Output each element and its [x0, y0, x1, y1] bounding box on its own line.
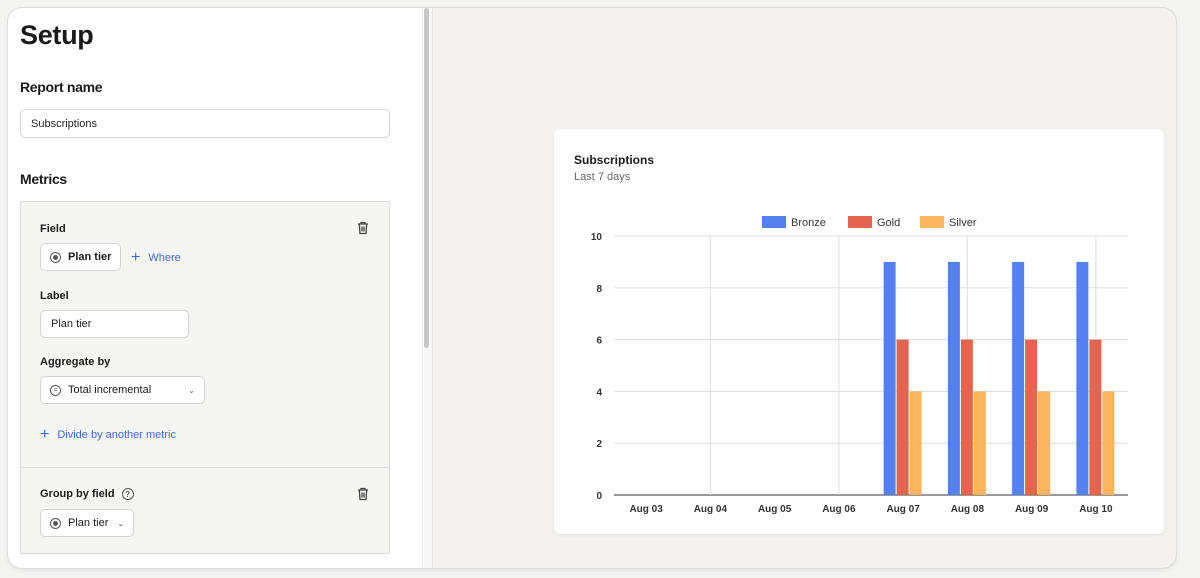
legend-label-bronze: Bronze — [791, 217, 826, 229]
y-tick-label: 2 — [596, 439, 602, 450]
bar-gold — [1089, 339, 1102, 495]
legend-label-silver: Silver — [949, 217, 977, 229]
group-by-label: Group by field? — [40, 488, 134, 501]
metric-card: Field Plan tier + Where Label Plan tier … — [20, 201, 390, 554]
report-name-heading: Report name — [20, 79, 103, 95]
chart-card: Subscriptions Last 7 days 0 2 4 6 8 10 Aug 03 A… — [554, 129, 1164, 534]
bar-gold — [1025, 339, 1038, 495]
field-label: Field — [40, 223, 66, 235]
field-select-chip[interactable]: Plan tier — [40, 243, 122, 271]
card-divider — [21, 467, 389, 468]
report-name-input[interactable]: Subscriptions — [20, 109, 390, 138]
bar-gold — [896, 339, 909, 495]
bar-silver — [1038, 391, 1051, 495]
x-tick-label: Aug 04 — [694, 504, 728, 515]
x-tick-label: Aug 06 — [822, 504, 856, 515]
group-by-select[interactable]: Plan tier ⌄ — [40, 509, 135, 537]
divide-by-metric-link[interactable]: + Divide by another metric — [40, 427, 176, 443]
bar-bronze — [883, 261, 896, 495]
y-tick-label: 8 — [596, 284, 602, 295]
help-icon[interactable]: ? — [121, 488, 134, 501]
y-tick-label: 4 — [596, 387, 602, 398]
where-link-label: Where — [148, 252, 181, 264]
bar-chart: 0 2 4 6 8 10 Aug 03 Aug 04 Aug 05 Aug 06 Aug 07 Aug… — [591, 216, 1128, 515]
aggregate-select[interactable]: = Total incremental ⌄ — [40, 376, 205, 404]
aggregate-select-value: Total incremental — [68, 384, 152, 396]
panel-divider — [432, 8, 433, 568]
chevron-down-icon: ⌄ — [117, 518, 125, 528]
bar-bronze — [1012, 261, 1025, 495]
bar-silver — [973, 391, 986, 495]
field-select-value: Plan tier — [68, 251, 112, 263]
trash-icon[interactable] — [357, 487, 369, 501]
bar-bronze — [947, 261, 960, 495]
legend-swatch-silver — [920, 216, 944, 228]
divide-link-label: Divide by another metric — [57, 429, 176, 441]
bar-silver — [1102, 391, 1115, 495]
metrics-heading: Metrics — [20, 171, 67, 187]
equals-circle-icon: = — [50, 384, 61, 396]
legend-swatch-bronze — [762, 216, 786, 228]
plus-icon: + — [40, 426, 50, 443]
group-by-select-value: Plan tier — [68, 517, 109, 529]
add-where-link[interactable]: + Where — [131, 250, 181, 266]
x-tick-label: Aug 10 — [1079, 504, 1113, 515]
x-tick-label: Aug 03 — [629, 504, 663, 515]
y-tick-label: 6 — [596, 336, 602, 347]
legend-swatch-gold — [848, 216, 872, 228]
panel-scrollbar-thumb[interactable] — [424, 8, 429, 348]
label-input[interactable]: Plan tier — [40, 310, 189, 338]
bar-bronze — [1076, 261, 1089, 495]
x-tick-label: Aug 07 — [886, 504, 920, 515]
radio-icon — [50, 517, 61, 529]
y-tick-label: 0 — [596, 491, 602, 502]
aggregate-label: Aggregate by — [40, 356, 111, 368]
bar-gold — [960, 339, 973, 495]
legend-label-gold: Gold — [877, 217, 900, 229]
setup-panel: Setup Report name Subscriptions Metrics … — [8, 8, 422, 568]
group-by-label-text: Group by field — [40, 488, 115, 500]
app-window: Setup Report name Subscriptions Metrics … — [8, 8, 1176, 568]
page-title: Setup — [20, 20, 94, 50]
x-tick-label: Aug 09 — [1015, 504, 1049, 515]
label-field-label: Label — [40, 290, 69, 302]
x-tick-label: Aug 05 — [758, 504, 792, 515]
chevron-down-icon: ⌄ — [188, 385, 195, 395]
trash-icon[interactable] — [357, 221, 369, 235]
radio-icon — [50, 251, 61, 263]
bar-silver — [909, 391, 922, 495]
x-tick-label: Aug 08 — [951, 504, 985, 515]
plus-icon: + — [131, 249, 141, 266]
y-tick-label: 10 — [591, 232, 603, 243]
